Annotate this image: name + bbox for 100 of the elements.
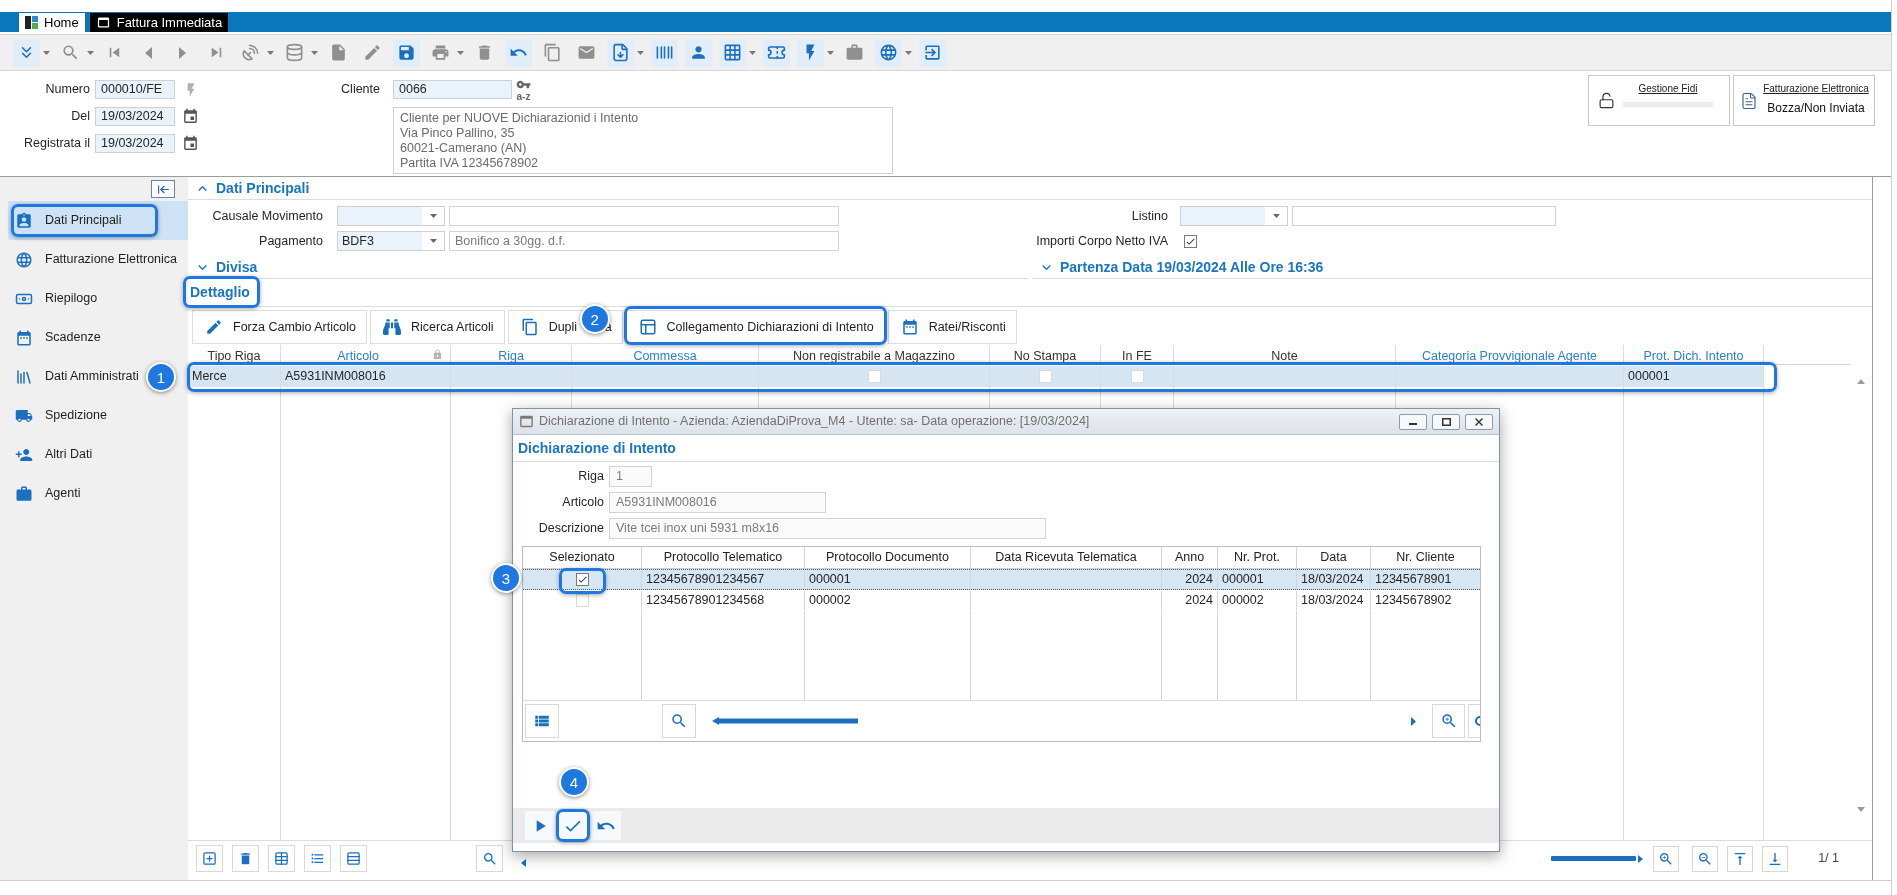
page-counter: 1/ 1 [1818,850,1839,868]
column-header: Articolo [336,348,380,365]
search-button[interactable] [662,704,696,738]
toolbar-button[interactable] [591,811,621,840]
zoom-in-icon [1439,712,1458,730]
collapse-button[interactable] [151,180,175,198]
toolbar-button[interactable] [875,38,902,67]
sidebar-item[interactable]: Riepilogo [8,279,188,318]
section-toggle[interactable]: Dati Principali [194,177,310,199]
text-field[interactable] [449,206,839,226]
action-button[interactable]: Collegamento Dichiarazioni di Intento [625,310,885,344]
address-line: Cliente per NUOVE Dichiarazionid i Intento [400,111,640,126]
close-button[interactable] [1465,413,1493,430]
toolbar-button[interactable] [505,38,532,67]
caret-icon[interactable] [637,50,644,55]
input-field[interactable]: 19/03/2024 [95,107,175,126]
calendar-icon [182,135,199,152]
search-button[interactable] [476,845,503,872]
toolbar-button[interactable] [919,38,946,67]
caret-icon [429,214,437,218]
table-cell: 000002 [805,591,971,610]
caret-icon [429,239,437,243]
add-button[interactable] [196,845,223,872]
combo-box[interactable]: BDF3 [337,231,445,251]
column-header: Tipo Riga [206,348,262,365]
section-toggle[interactable]: Divisa [194,257,258,278]
action-button[interactable]: Ratei/Risconti [887,310,1017,344]
checkbox[interactable] [1184,234,1197,248]
caret-icon[interactable] [827,50,834,55]
sidebar-item[interactable]: Agenti [8,474,188,513]
last-row-button[interactable] [1762,845,1789,872]
table-icon [274,851,289,866]
toolbar-button[interactable] [797,38,824,67]
toolbar-button[interactable] [13,38,40,67]
save-icon [397,43,416,62]
tab[interactable]: Fattura Immediata [89,13,229,32]
file-download-icon [611,43,630,62]
field-label: Cliente [340,81,380,98]
delete-button[interactable] [232,845,259,872]
caret-icon[interactable] [749,50,756,55]
triangle-right-icon [179,46,186,59]
caret-icon[interactable] [87,50,94,55]
field-label: Articolo [561,494,604,512]
caret-icon[interactable] [905,50,912,55]
action-button[interactable]: Ricerca Articoli [369,310,505,344]
table-cell: 000001 [1624,366,1764,387]
input-field[interactable]: 19/03/2024 [95,134,175,153]
lookup-button[interactable]: a-z [516,77,531,102]
section-toggle[interactable]: Partenza Data 19/03/2024 Alle Ore 16:36 [1038,257,1324,278]
input-field[interactable]: 0066 [393,80,512,99]
input-field[interactable]: Vite tcei inox uni 5931 m8x16 [609,518,1046,539]
column-header: Protocollo Telematico [663,549,783,567]
toolbar-button[interactable] [763,38,790,67]
table-button[interactable] [268,845,295,872]
globe-icon [879,43,898,62]
first-row-button[interactable] [1727,845,1754,872]
text-field[interactable]: Bonifico a 30gg. d.f. [449,231,839,251]
toolbar-button[interactable] [651,38,678,67]
restore-button[interactable] [1432,413,1460,430]
list-button[interactable] [525,704,559,738]
toolbar-button[interactable] [393,38,420,67]
table-row[interactable]: 12345678901234567 000001 2024 000001 18/03/2024 12345678901 [523,569,1480,590]
panel-link[interactable]: Fatturazione Elettronica [1763,81,1869,96]
sidebar-item[interactable]: Spedizione [8,396,188,435]
scroll-left-arrow-icon[interactable] [521,858,526,867]
toolbar-button[interactable] [685,38,712,67]
panel-link[interactable]: Gestione Fidi [1638,81,1698,96]
scroll-up-arrow-icon[interactable] [1857,379,1865,384]
ticket-icon [767,43,786,62]
zoom-out-button[interactable] [1468,704,1480,738]
zoom-out-button[interactable] [1692,845,1719,872]
toolbar-button[interactable] [525,811,555,840]
tab[interactable]: Home [19,13,85,32]
text-field[interactable] [1292,206,1556,226]
action-button[interactable]: Forza Cambio Articolo [192,310,367,344]
scroll-right-arrow-icon[interactable] [1411,716,1416,726]
zoom-in-button[interactable] [1432,704,1465,738]
zoom-in-button[interactable] [1653,845,1680,872]
sidebar-item[interactable]: Altri Dati [8,435,188,474]
checkbox[interactable] [575,573,589,586]
caret-icon[interactable] [267,50,274,55]
sidebar-item[interactable]: Fatturazione Elettronica [8,240,188,279]
caret-icon[interactable] [43,50,50,55]
input-field[interactable]: A5931INM008016 [609,492,826,513]
toolbar-button[interactable] [719,38,746,67]
caret-icon[interactable] [457,50,464,55]
toolbar-button[interactable] [607,38,634,67]
scroll-right-arrow-icon[interactable] [1638,854,1644,863]
scroll-down-arrow-icon[interactable] [1857,807,1865,812]
caret-icon[interactable] [311,50,318,55]
list-button[interactable] [304,845,331,872]
rows-button[interactable] [340,845,367,872]
sidebar-item[interactable]: Scadenze [8,318,188,357]
address-line: Via Pinco Pallino, 35 [400,126,516,141]
minimize-button[interactable] [1399,413,1427,430]
calendar-icon [182,108,199,125]
input-field[interactable]: 1 [609,466,652,487]
input-field[interactable]: 000010/FE [95,80,175,99]
scroll-thumb[interactable] [712,717,858,725]
sidebar-item[interactable]: Dati Principali [8,201,188,240]
